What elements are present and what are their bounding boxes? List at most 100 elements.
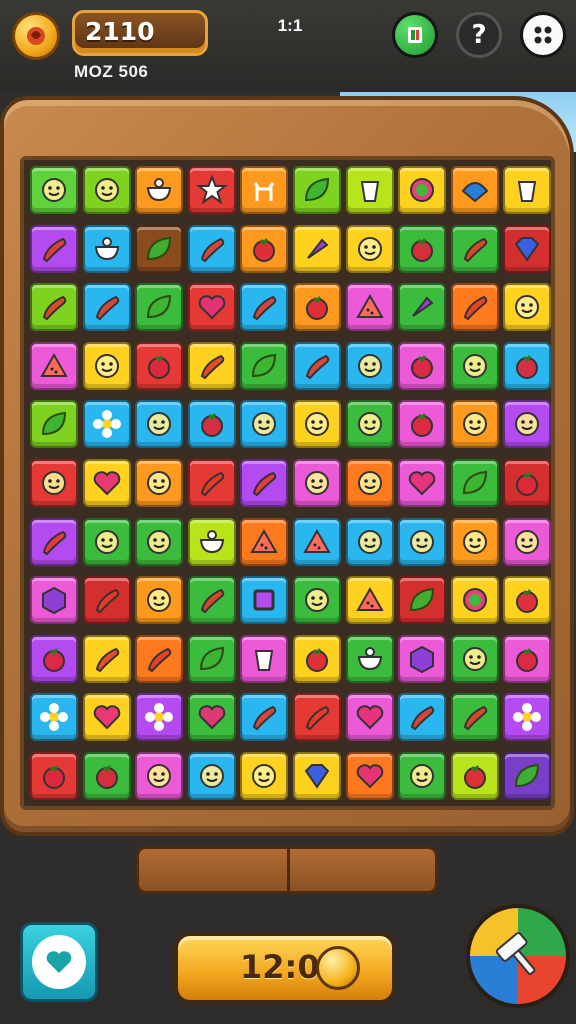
tile[interactable] xyxy=(345,576,394,625)
tile[interactable] xyxy=(240,752,289,800)
tile[interactable] xyxy=(293,341,341,390)
tile[interactable] xyxy=(187,224,236,273)
tile[interactable] xyxy=(30,693,78,742)
tile[interactable] xyxy=(240,341,289,390)
tile[interactable] xyxy=(398,634,447,683)
tile[interactable] xyxy=(503,224,552,273)
tile[interactable] xyxy=(398,693,447,742)
tile[interactable] xyxy=(135,283,184,332)
tile[interactable] xyxy=(398,166,447,214)
tile[interactable] xyxy=(240,283,289,332)
tile[interactable] xyxy=(398,459,447,507)
tile[interactable] xyxy=(187,517,236,566)
tile[interactable] xyxy=(450,224,499,273)
heart-button[interactable] xyxy=(20,922,98,1002)
tile[interactable] xyxy=(187,400,236,449)
coin-icon[interactable] xyxy=(12,12,60,60)
tile[interactable] xyxy=(503,166,552,214)
tile[interactable] xyxy=(450,693,499,742)
tile[interactable] xyxy=(30,517,78,566)
tile[interactable] xyxy=(30,283,78,332)
tile[interactable] xyxy=(30,576,78,625)
tile[interactable] xyxy=(345,693,394,742)
tile[interactable] xyxy=(293,634,341,683)
tile[interactable] xyxy=(135,576,184,625)
tile[interactable] xyxy=(82,459,131,507)
tile[interactable] xyxy=(30,224,78,273)
tile[interactable] xyxy=(187,459,236,507)
tile[interactable] xyxy=(82,752,131,800)
tile[interactable] xyxy=(345,400,394,449)
tile[interactable] xyxy=(240,576,289,625)
tile[interactable] xyxy=(398,283,447,332)
tile[interactable] xyxy=(450,752,499,800)
tile[interactable] xyxy=(30,341,78,390)
tile[interactable] xyxy=(240,224,289,273)
tile[interactable] xyxy=(293,224,341,273)
tile[interactable] xyxy=(240,634,289,683)
tile[interactable] xyxy=(187,341,236,390)
tile[interactable] xyxy=(30,459,78,507)
tile[interactable] xyxy=(293,576,341,625)
tile[interactable] xyxy=(503,400,552,449)
tile[interactable] xyxy=(135,517,184,566)
tile[interactable] xyxy=(345,459,394,507)
tile[interactable] xyxy=(398,224,447,273)
tile[interactable] xyxy=(82,634,131,683)
tile[interactable] xyxy=(503,752,552,800)
tile[interactable] xyxy=(450,576,499,625)
tile[interactable] xyxy=(345,634,394,683)
tile[interactable] xyxy=(82,283,131,332)
tile[interactable] xyxy=(240,693,289,742)
tile[interactable] xyxy=(187,634,236,683)
tile[interactable] xyxy=(240,400,289,449)
tile[interactable] xyxy=(450,283,499,332)
tile[interactable] xyxy=(503,517,552,566)
tile[interactable] xyxy=(345,341,394,390)
tile[interactable] xyxy=(30,634,78,683)
tile[interactable] xyxy=(135,693,184,742)
tile[interactable] xyxy=(398,576,447,625)
menu-button[interactable] xyxy=(520,12,566,58)
tile[interactable] xyxy=(345,752,394,800)
tile[interactable] xyxy=(82,693,131,742)
tile[interactable] xyxy=(345,166,394,214)
tile[interactable] xyxy=(82,224,131,273)
tile[interactable] xyxy=(503,693,552,742)
tile[interactable] xyxy=(240,459,289,507)
tile[interactable] xyxy=(135,459,184,507)
tile[interactable] xyxy=(82,341,131,390)
tile[interactable] xyxy=(135,224,184,273)
tile[interactable] xyxy=(240,517,289,566)
tile[interactable] xyxy=(503,576,552,625)
help-button[interactable]: ? xyxy=(456,12,502,58)
tile[interactable] xyxy=(450,400,499,449)
tile[interactable] xyxy=(82,517,131,566)
tile[interactable] xyxy=(240,166,289,214)
tile[interactable] xyxy=(293,459,341,507)
tile[interactable] xyxy=(398,400,447,449)
tile[interactable] xyxy=(293,283,341,332)
tile[interactable] xyxy=(345,517,394,566)
tile[interactable] xyxy=(503,634,552,683)
tile[interactable] xyxy=(30,166,78,214)
tile[interactable] xyxy=(187,752,236,800)
tile[interactable] xyxy=(450,459,499,507)
tile[interactable] xyxy=(345,224,394,273)
tile[interactable] xyxy=(293,400,341,449)
tile[interactable] xyxy=(82,400,131,449)
tile[interactable] xyxy=(398,341,447,390)
tile[interactable] xyxy=(135,634,184,683)
tile[interactable] xyxy=(450,517,499,566)
tile[interactable] xyxy=(82,576,131,625)
tile[interactable] xyxy=(398,517,447,566)
tile[interactable] xyxy=(450,341,499,390)
tile[interactable] xyxy=(187,283,236,332)
tile[interactable] xyxy=(503,459,552,507)
tile[interactable] xyxy=(503,341,552,390)
flag-button[interactable] xyxy=(392,12,438,58)
tile[interactable] xyxy=(187,693,236,742)
hammer-button[interactable] xyxy=(466,904,570,1008)
tile[interactable] xyxy=(450,166,499,214)
tile[interactable] xyxy=(293,166,341,214)
